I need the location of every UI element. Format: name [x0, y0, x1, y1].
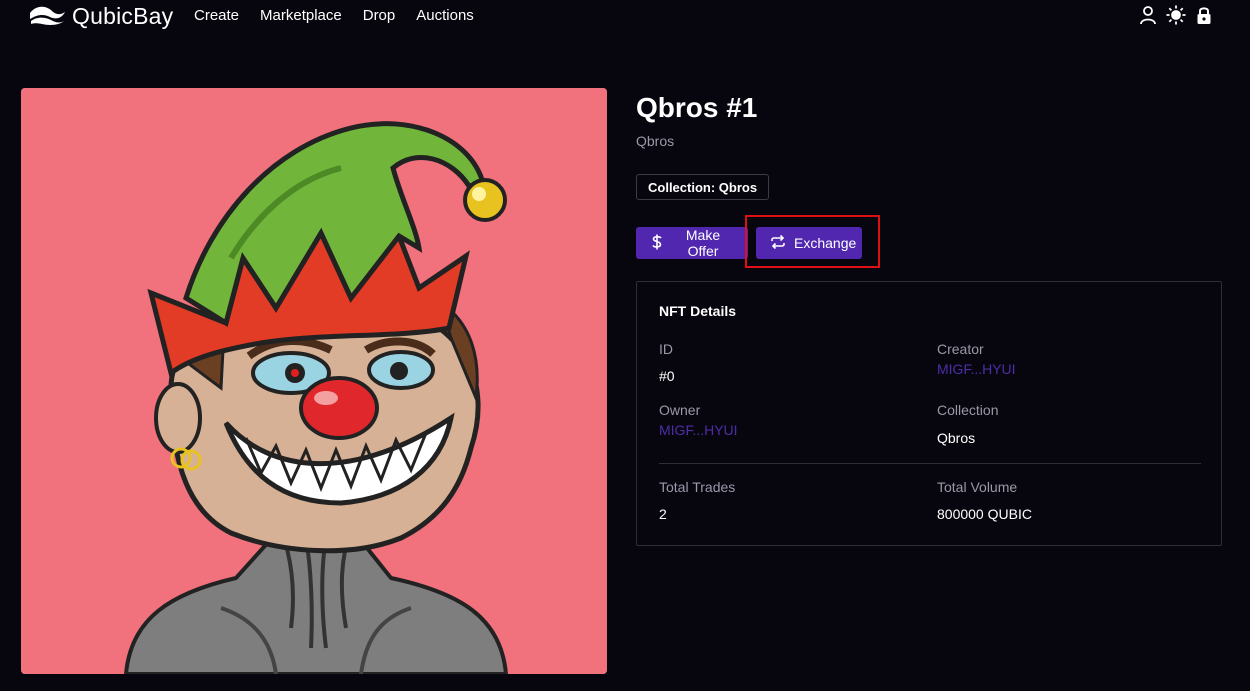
creator-label: Creator — [937, 341, 984, 357]
make-offer-label: Make Offer — [685, 227, 721, 259]
page-title: Qbros #1 — [636, 92, 758, 123]
collection-badge[interactable]: Collection: Qbros — [636, 174, 770, 200]
sun-icon[interactable] — [1166, 5, 1186, 25]
nft-details-panel: NFT Details ID #0 Creator MIGF...HYUI Ow… — [636, 281, 1222, 546]
main-nav: Create Marketplace Drop Auctions — [194, 7, 474, 24]
owner-label: Owner — [659, 402, 701, 418]
owner-link[interactable]: MIGF...HYUI — [659, 422, 738, 438]
nav-marketplace[interactable]: Marketplace — [260, 7, 342, 24]
id-label: ID — [659, 341, 673, 357]
id-value: #0 — [659, 368, 675, 384]
make-offer-button[interactable]: Make Offer — [636, 227, 748, 259]
nav-auctions[interactable]: Auctions — [416, 7, 474, 24]
collection-value: Qbros — [937, 430, 976, 446]
dollar-icon — [650, 234, 664, 253]
nav-create[interactable]: Create — [194, 7, 239, 24]
total-trades-label: Total Trades — [659, 479, 736, 495]
total-trades-value: 2 — [659, 506, 667, 522]
header-actions — [1138, 5, 1214, 25]
top-navbar: QubicBay Create Marketplace Drop Auction… — [0, 0, 1250, 32]
nav-drop[interactable]: Drop — [363, 7, 396, 24]
exchange-highlight-box — [745, 215, 880, 268]
brand-name: QubicBay — [72, 2, 174, 29]
total-volume-label: Total Volume — [937, 479, 1018, 495]
nft-image — [21, 88, 607, 674]
user-icon[interactable] — [1138, 5, 1158, 25]
brand-logo[interactable]: QubicBay — [28, 2, 173, 30]
lock-icon[interactable] — [1194, 5, 1214, 25]
details-heading: NFT Details — [659, 303, 737, 319]
item-subtitle: Qbros — [636, 133, 675, 149]
total-volume-value: 800000 QUBIC — [937, 506, 1032, 522]
details-divider — [659, 463, 1201, 464]
collection-label: Collection — [937, 402, 999, 418]
wave-logo-icon — [28, 3, 66, 30]
creator-link[interactable]: MIGF...HYUI — [937, 361, 1016, 377]
